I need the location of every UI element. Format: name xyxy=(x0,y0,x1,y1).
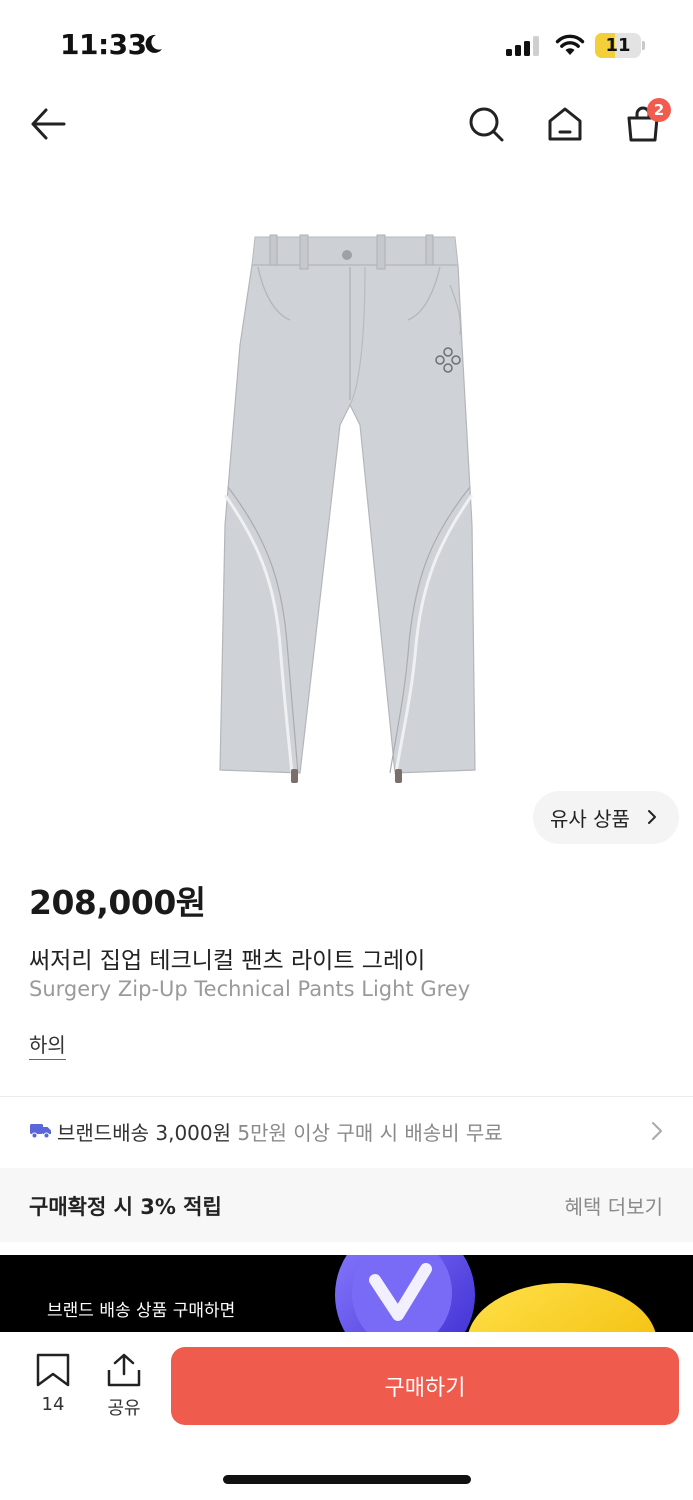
product-price: 208,000원 xyxy=(29,883,206,922)
benefit-row: 구매확정 시 3% 적립 혜택 더보기 xyxy=(0,1168,693,1242)
similar-products-button[interactable]: 유사 상품 xyxy=(533,791,679,844)
chevron-right-icon xyxy=(652,1122,662,1140)
share-label: 공유 xyxy=(107,1398,141,1419)
home-icon xyxy=(548,107,582,141)
shipping-text: 브랜드배송 3,000원 5만원 이상 구매 시 배송비 무료 xyxy=(57,1117,503,1146)
chevron-right-icon xyxy=(648,810,656,824)
moon-icon xyxy=(145,34,162,53)
nav-bar: 2 xyxy=(0,92,693,156)
product-category-link[interactable]: 하의 xyxy=(29,1029,66,1060)
home-indicator xyxy=(223,1475,471,1484)
product-image[interactable] xyxy=(200,225,500,790)
back-button[interactable] xyxy=(22,98,74,150)
battery-icon: 11 xyxy=(595,33,645,58)
similar-products-label: 유사 상품 xyxy=(550,807,630,831)
points-benefit-text: 구매확정 시 3% 적립 xyxy=(29,1195,222,1219)
banner-text: 브랜드 배송 상품 구매하면 xyxy=(47,1301,236,1321)
wifi-icon xyxy=(555,34,585,55)
search-icon xyxy=(469,107,504,142)
product-name-korean: 써저리 집업 테크니컬 팬츠 라이트 그레이 xyxy=(29,948,426,974)
cart-button[interactable]: 2 xyxy=(617,98,671,150)
shipping-info-row[interactable]: 브랜드배송 3,000원 5만원 이상 구매 시 배송비 무료 xyxy=(0,1097,693,1167)
coin-graphic xyxy=(335,1255,657,1335)
truck-icon xyxy=(30,1124,51,1139)
bookmark-icon xyxy=(36,1353,70,1387)
search-button[interactable] xyxy=(460,98,512,150)
battery-level: 11 xyxy=(605,35,631,56)
product-name-english: Surgery Zip-Up Technical Pants Light Gre… xyxy=(29,977,471,1001)
bottom-action-bar: 14 공유 구매하기 xyxy=(0,1332,693,1500)
share-icon xyxy=(107,1353,141,1387)
free-shipping-note: 5만원 이상 구매 시 배송비 무료 xyxy=(237,1121,503,1145)
arrow-left-icon xyxy=(31,108,66,140)
shipping-fee: 브랜드배송 3,000원 xyxy=(57,1121,232,1145)
promo-banner[interactable]: 브랜드 배송 상품 구매하면 xyxy=(0,1255,693,1335)
home-button[interactable] xyxy=(539,98,591,150)
share-button[interactable]: 공유 xyxy=(100,1352,148,1422)
buy-button[interactable]: 구매하기 xyxy=(171,1347,679,1425)
bookmark-button[interactable]: 14 xyxy=(30,1352,76,1422)
bookmark-count: 14 xyxy=(41,1394,65,1415)
cart-count-badge: 2 xyxy=(647,98,671,122)
status-time: 11:33 xyxy=(60,28,147,61)
benefit-more-link[interactable]: 혜택 더보기 xyxy=(565,1191,663,1220)
status-bar: 11:33 11 xyxy=(0,0,693,90)
cellular-signal-icon xyxy=(506,36,539,56)
